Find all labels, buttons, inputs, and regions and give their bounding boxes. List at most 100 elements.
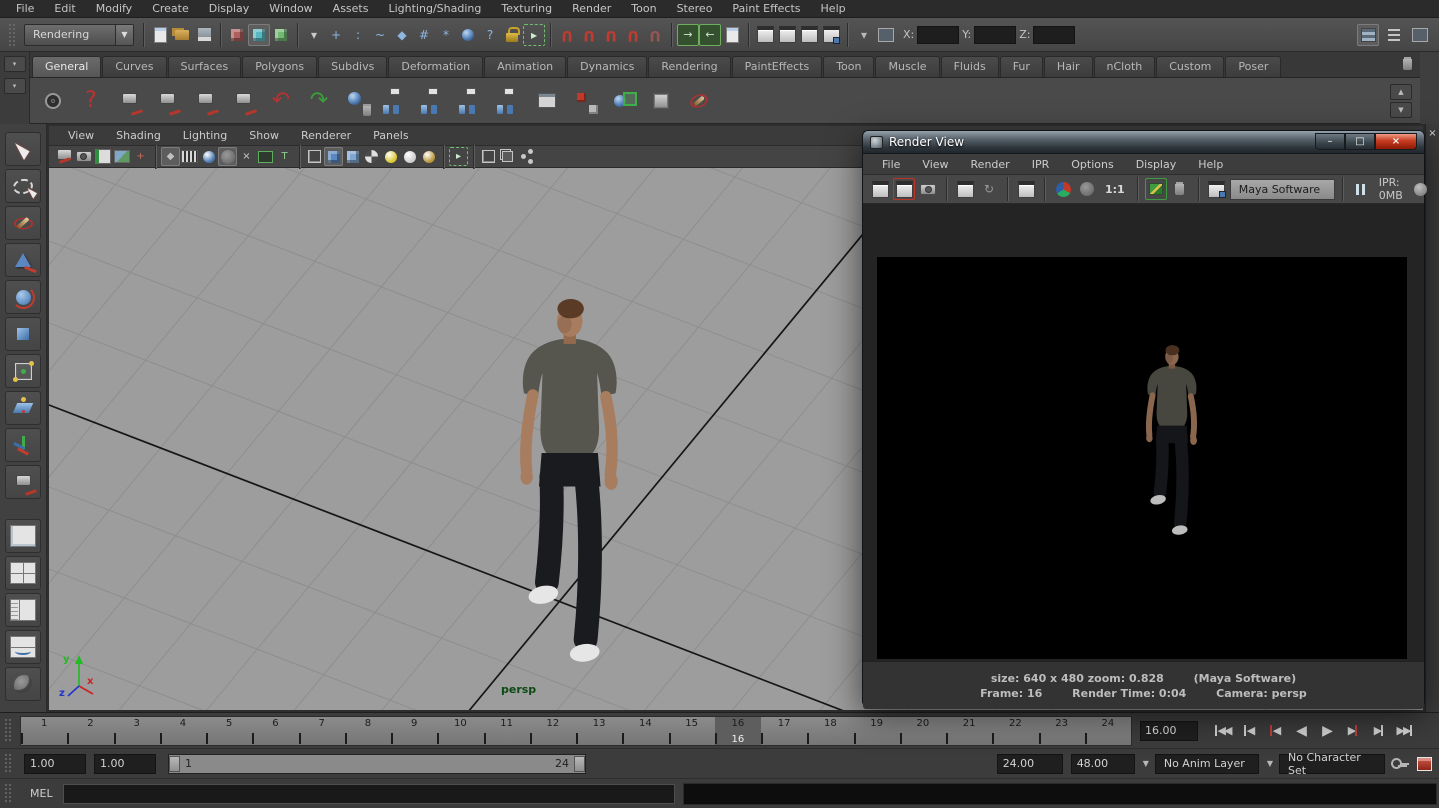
highlight-selection-icon[interactable]: ▸ xyxy=(523,24,545,46)
character-model[interactable] xyxy=(480,284,656,696)
shelf-scroll-down-button[interactable]: ▼ xyxy=(1390,102,1412,118)
go-to-start-button[interactable]: ◀◀ xyxy=(1210,719,1235,743)
shelf-tab[interactable]: PaintEffects xyxy=(732,56,823,77)
two-d-pan-zoom-icon[interactable]: + xyxy=(131,147,150,166)
graph-nodes-4-icon[interactable] xyxy=(492,84,526,118)
no-lights-icon[interactable] xyxy=(419,147,438,166)
menubar-item[interactable]: Window xyxy=(259,2,322,15)
show-manipulator-tool-icon[interactable] xyxy=(5,428,41,462)
playback-end-field[interactable] xyxy=(997,754,1063,774)
shelf-trash-icon[interactable] xyxy=(1396,53,1418,75)
open-render-settings-icon[interactable] xyxy=(1206,178,1228,200)
mask-deformations-icon[interactable]: # xyxy=(413,24,435,46)
close-button[interactable]: × xyxy=(1375,133,1417,150)
timeline-frame-17[interactable]: 17 xyxy=(761,717,807,745)
plugin-shapes-icon[interactable] xyxy=(517,147,536,166)
snap-to-grid-icon[interactable]: U xyxy=(556,24,578,46)
grid-toggle-icon[interactable]: ◆ xyxy=(161,147,180,166)
lasso-select-tool-icon[interactable] xyxy=(5,169,41,203)
quick-layout-dropdown-icon[interactable]: ▾ xyxy=(853,24,875,46)
timeline-frame-8[interactable]: 8 xyxy=(345,717,391,745)
scale-tool-icon[interactable] xyxy=(5,317,41,351)
isolate-select-icon[interactable]: ▸ xyxy=(449,147,468,166)
animation-end-field[interactable] xyxy=(1071,754,1135,774)
track-camera-icon[interactable] xyxy=(150,84,184,118)
sphere-cube-icon[interactable] xyxy=(606,84,640,118)
timeline-frame-9[interactable]: 9 xyxy=(391,717,437,745)
z-coordinate-input[interactable] xyxy=(1033,26,1075,44)
wireframe-on-shaded-icon[interactable] xyxy=(479,147,498,166)
timeline-frame-20[interactable]: 20 xyxy=(900,717,946,745)
render-view-menu-item[interactable]: File xyxy=(871,158,911,171)
paint-selection-tool-icon[interactable] xyxy=(5,206,41,240)
timeline-frame-24[interactable]: 24 xyxy=(1085,717,1131,745)
film-reel-icon[interactable] xyxy=(36,84,70,118)
animation-start-field[interactable] xyxy=(24,754,86,774)
current-time-field[interactable] xyxy=(1140,721,1198,741)
shelf-menu-button[interactable]: ▾ xyxy=(4,78,26,94)
use-all-lights-mode-icon[interactable] xyxy=(362,147,381,166)
save-scene-icon[interactable] xyxy=(193,24,215,46)
smooth-shade-mode-icon[interactable] xyxy=(324,147,343,166)
shelf-tab[interactable]: Dynamics xyxy=(567,56,647,77)
shelf-tab[interactable]: Polygons xyxy=(242,56,317,77)
select-camera-icon[interactable] xyxy=(55,147,74,166)
single-pane-layout-icon[interactable] xyxy=(5,519,41,553)
persp-graph-layout-icon[interactable] xyxy=(5,630,41,664)
timeline-frame-11[interactable]: 11 xyxy=(484,717,530,745)
timeline-frame-4[interactable]: 4 xyxy=(160,717,206,745)
command-language-label[interactable]: MEL xyxy=(30,787,53,800)
redo-previous-render-icon[interactable] xyxy=(893,178,915,200)
render-view-menu-item[interactable]: Render xyxy=(960,158,1021,171)
timeline-frame-10[interactable]: 10 xyxy=(437,717,483,745)
time-slider-grip[interactable] xyxy=(4,718,12,743)
shelf-tab[interactable]: Fluids xyxy=(941,56,999,77)
timeline-ruler[interactable]: 1234567891011121314151616171819202122232… xyxy=(20,716,1132,746)
range-end-handle[interactable] xyxy=(574,756,585,772)
new-scene-icon[interactable] xyxy=(149,24,171,46)
open-scene-icon[interactable] xyxy=(171,24,193,46)
play-backwards-button[interactable]: ◀ xyxy=(1288,719,1313,743)
timeline-frame-21[interactable]: 21 xyxy=(946,717,992,745)
panel-menu-item[interactable]: Panels xyxy=(362,129,419,142)
shelf-tab[interactable]: Muscle xyxy=(875,56,939,77)
toolbar-grip[interactable] xyxy=(8,23,16,46)
redo-arrow-icon[interactable]: ↷ xyxy=(302,84,336,118)
align-cubes-icon[interactable] xyxy=(568,84,602,118)
render-settings-icon[interactable] xyxy=(820,24,842,46)
anim-layer-select[interactable]: No Anim Layer xyxy=(1155,754,1259,774)
roll-camera-icon[interactable] xyxy=(226,84,260,118)
rotate-tool-icon[interactable] xyxy=(5,280,41,314)
dolly-camera-icon[interactable] xyxy=(188,84,222,118)
lock-selection-icon[interactable] xyxy=(501,24,523,46)
timeline-frame-15[interactable]: 15 xyxy=(669,717,715,745)
open-render-view-icon[interactable] xyxy=(754,24,776,46)
play-forwards-button[interactable]: ▶ xyxy=(1314,719,1339,743)
default-lighting-icon[interactable] xyxy=(381,147,400,166)
menubar-item[interactable]: File xyxy=(6,2,44,15)
close-icon[interactable]: × xyxy=(1428,128,1436,139)
timeline-frame-13[interactable]: 13 xyxy=(576,717,622,745)
command-result-output[interactable] xyxy=(683,783,1437,805)
safe-action-icon[interactable] xyxy=(256,147,275,166)
editor-window-icon[interactable] xyxy=(530,84,564,118)
alpha-channel-icon[interactable] xyxy=(1076,178,1098,200)
bookmark-icon[interactable] xyxy=(93,147,112,166)
ipr-render-icon[interactable] xyxy=(798,24,820,46)
timeline-frame-6[interactable]: 6 xyxy=(252,717,298,745)
menubar-item[interactable]: Texturing xyxy=(491,2,562,15)
panel-menu-item[interactable]: Lighting xyxy=(172,129,238,142)
soft-modification-tool-icon[interactable] xyxy=(5,391,41,425)
select-by-object-icon[interactable] xyxy=(248,24,270,46)
sphere-trash-icon[interactable] xyxy=(340,84,374,118)
snap-to-point-icon[interactable]: U xyxy=(600,24,622,46)
panel-layout-icon[interactable] xyxy=(875,24,897,46)
input-connections-icon[interactable]: → xyxy=(677,24,699,46)
resolution-gate-icon[interactable] xyxy=(199,147,218,166)
render-view-menu-item[interactable]: Display xyxy=(1125,158,1188,171)
mask-curves-icon[interactable]: ~ xyxy=(369,24,391,46)
menubar-item[interactable]: Help xyxy=(811,2,856,15)
refresh-ipr-icon[interactable]: ↻ xyxy=(978,178,1000,200)
maximize-button[interactable]: □ xyxy=(1345,133,1375,150)
zoom-one-to-one-button[interactable]: 1:1 xyxy=(1105,183,1125,196)
